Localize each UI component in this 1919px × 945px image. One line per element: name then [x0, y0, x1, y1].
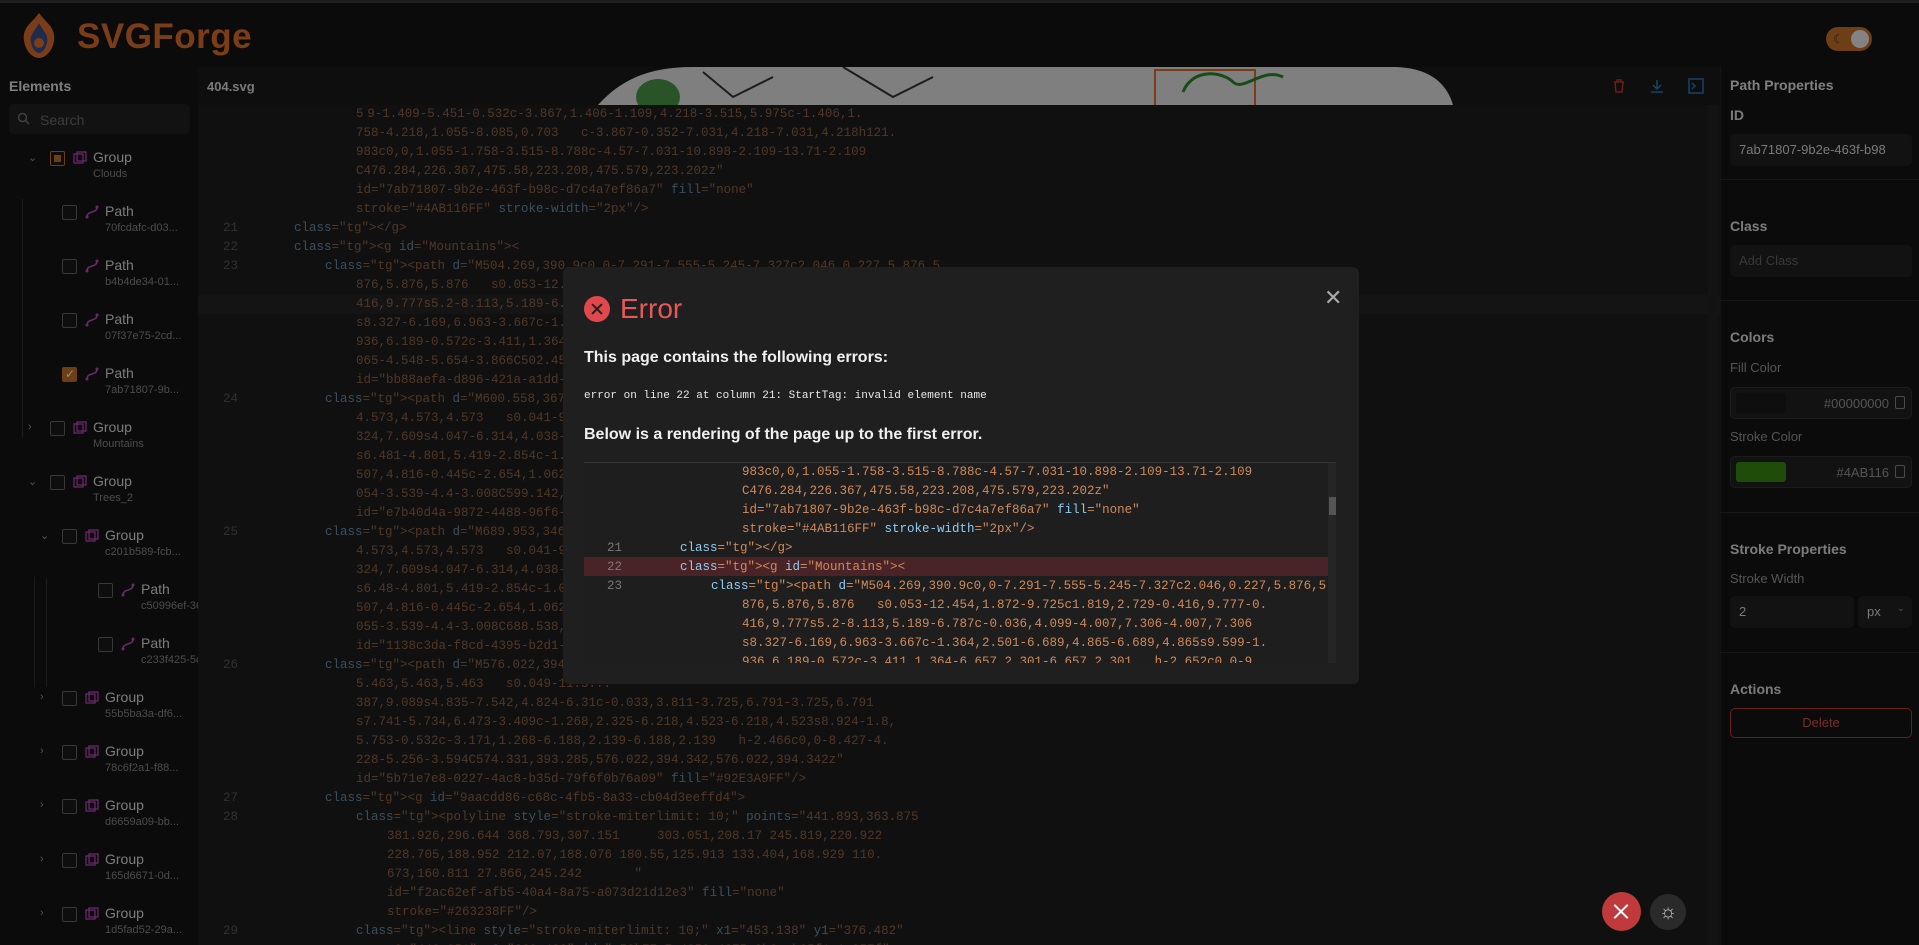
- code-line: 983c0,0,1.055-1.758-3.515-8.788c-4.57-7.…: [742, 465, 1253, 479]
- code-line: class="tg"><g id="Mountains"><: [680, 560, 906, 574]
- error-dialog: ✕ Error This page contains the following…: [563, 267, 1359, 684]
- rendered-code: 983c0,0,1.055-1.758-3.515-8.788c-4.57-7.…: [584, 462, 1336, 663]
- code-line: 876,5.876,5.876 s0.053-12.454,1.872-9.72…: [742, 598, 1268, 612]
- code-line: s8.327-6.169,6.963-3.667c-1.364,2.501-6.…: [742, 636, 1268, 650]
- line-number: 23: [606, 579, 622, 593]
- line-number: 21: [606, 541, 622, 555]
- scroll-thumb[interactable]: [1329, 497, 1336, 515]
- code-line: C476.284,226.367,475.58,223.208,475.579,…: [742, 484, 1110, 498]
- code-line: id="7ab71807-9b2e-463f-b98c-d7c4a7ef86a7…: [742, 503, 1140, 517]
- code-line: 936.6.189-0.572c-3.411.1.364-6.657.2.301…: [742, 655, 1260, 663]
- render-heading: Below is a rendering of the page up to t…: [584, 426, 983, 443]
- code-line: class="tg"></g>: [680, 541, 793, 555]
- sun-icon[interactable]: ☼: [1650, 894, 1686, 930]
- line-number: 22: [606, 560, 622, 574]
- error-title: Error: [620, 293, 683, 324]
- close-icon[interactable]: ✕: [1324, 285, 1342, 311]
- code-line: stroke="#4AB116FF" stroke-width="2px"/>: [742, 522, 1035, 536]
- error-message: error on line 22 at column 21: StartTag:…: [584, 390, 987, 402]
- error-heading: This page contains the following errors:: [584, 349, 889, 366]
- code-line: 416,9.777s5.2-8.113,5.189-6.787c-0.036,4…: [742, 617, 1253, 631]
- close-error-button[interactable]: [1602, 892, 1641, 931]
- error-icon: [584, 296, 610, 322]
- code-line: class="tg"><path d="M504.269,390.9c0,0-7…: [711, 579, 1334, 593]
- dialog-scrollbar[interactable]: [1328, 463, 1336, 663]
